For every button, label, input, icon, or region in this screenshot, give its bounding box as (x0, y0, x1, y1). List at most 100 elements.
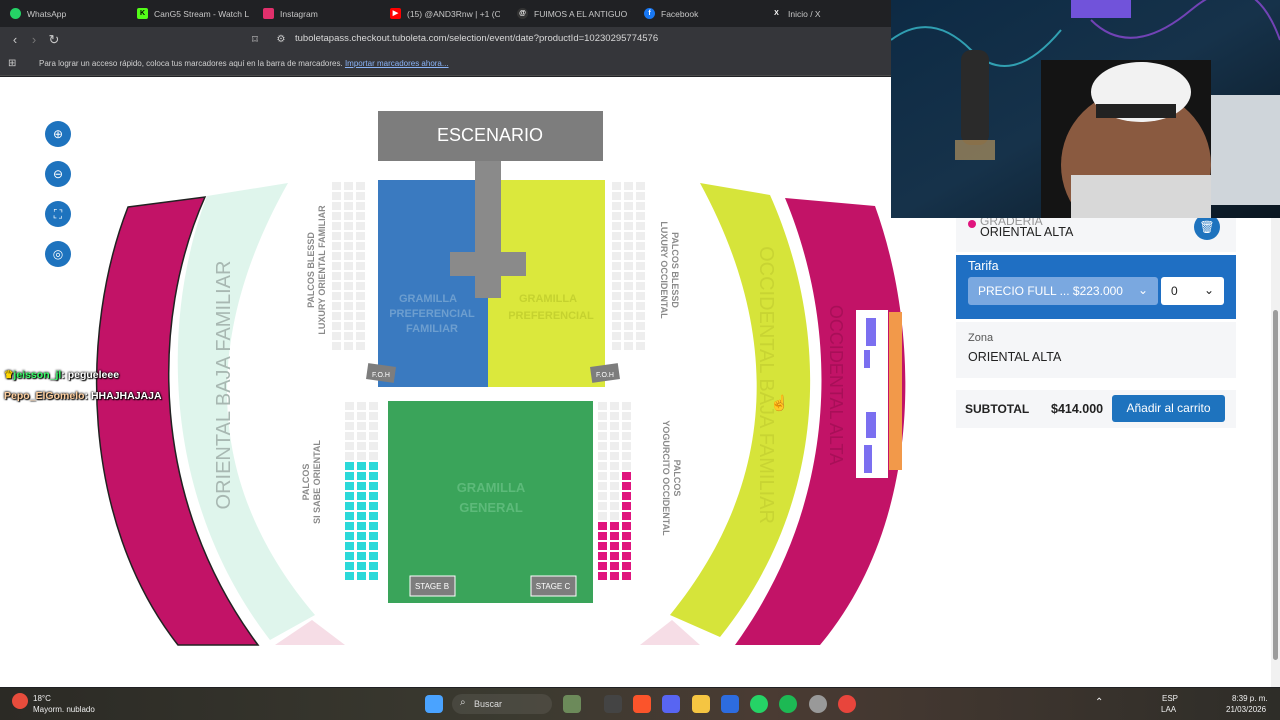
palco-seat[interactable] (357, 512, 366, 520)
palco-seat[interactable] (610, 442, 619, 450)
palco-seat[interactable] (636, 192, 645, 200)
palco-seat[interactable] (345, 402, 354, 410)
palco-seat[interactable] (344, 342, 353, 350)
palco-seat[interactable] (356, 182, 365, 190)
palco-seat[interactable] (332, 252, 341, 260)
chrome-icon[interactable] (838, 695, 856, 713)
spotify-icon[interactable] (779, 695, 797, 713)
palco-seat[interactable] (369, 472, 378, 480)
palco-seat[interactable] (357, 422, 366, 430)
palco-seat[interactable] (598, 432, 607, 440)
palco-seat[interactable] (622, 552, 631, 560)
palco-seat[interactable] (636, 332, 645, 340)
palco-seat[interactable] (369, 572, 378, 580)
palco-seat[interactable] (345, 562, 354, 570)
palco-seat[interactable] (332, 202, 341, 210)
palco-seat[interactable] (369, 422, 378, 430)
palco-seat[interactable] (356, 302, 365, 310)
palco-seat[interactable] (332, 212, 341, 220)
palco-seat[interactable] (622, 462, 631, 470)
section-gramilla-preferencial-familiar[interactable] (378, 180, 488, 387)
palco-seat[interactable] (598, 542, 607, 550)
palco-seat[interactable] (622, 402, 631, 410)
palco-seat[interactable] (344, 322, 353, 330)
palco-seat[interactable] (636, 252, 645, 260)
palco-seat[interactable] (610, 542, 619, 550)
palco-seat[interactable] (357, 572, 366, 580)
selected-block-orange[interactable] (889, 312, 902, 470)
palco-seat[interactable] (624, 182, 633, 190)
locate-button[interactable]: ◎ (45, 241, 71, 267)
palco-seat[interactable] (344, 212, 353, 220)
palco-seat[interactable] (622, 512, 631, 520)
palco-seat[interactable] (612, 272, 621, 280)
palco-seat[interactable] (357, 402, 366, 410)
palco-seat[interactable] (356, 312, 365, 320)
palco-seat[interactable] (636, 222, 645, 230)
tab-x[interactable]: X Inicio / X (771, 0, 881, 27)
palco-seat[interactable] (610, 572, 619, 580)
palco-seat[interactable] (357, 522, 366, 530)
app-icon[interactable] (809, 695, 827, 713)
palco-seat[interactable] (636, 232, 645, 240)
palco-seat[interactable] (624, 262, 633, 270)
palco-seat[interactable] (598, 502, 607, 510)
site-info-icon[interactable]: ⚙ (272, 31, 290, 49)
palco-seat[interactable] (610, 512, 619, 520)
zoom-out-button[interactable]: ⊖ (45, 161, 71, 187)
fullscreen-button[interactable]: ⛶ (45, 201, 71, 227)
palco-seat[interactable] (345, 412, 354, 420)
palco-seat[interactable] (622, 492, 631, 500)
taskbar-search[interactable]: ⌕ Buscar (452, 694, 552, 714)
palco-seat[interactable] (610, 422, 619, 430)
palco-seat[interactable] (636, 342, 645, 350)
palco-seat[interactable] (610, 472, 619, 480)
palco-seat[interactable] (332, 342, 341, 350)
palco-seat[interactable] (345, 422, 354, 430)
palco-seat[interactable] (357, 562, 366, 570)
palco-seat[interactable] (332, 312, 341, 320)
palco-seat[interactable] (622, 532, 631, 540)
palco-seat[interactable] (369, 532, 378, 540)
palco-seat[interactable] (598, 522, 607, 530)
palco-seat[interactable] (636, 322, 645, 330)
brave-icon[interactable] (633, 695, 651, 713)
palco-seat[interactable] (622, 432, 631, 440)
palco-seat[interactable] (612, 202, 621, 210)
palco-seat[interactable] (344, 332, 353, 340)
palco-seat[interactable] (369, 402, 378, 410)
palco-seat[interactable] (624, 272, 633, 280)
palco-seat[interactable] (624, 332, 633, 340)
palco-seat[interactable] (622, 412, 631, 420)
palco-seat[interactable] (369, 542, 378, 550)
palco-seat[interactable] (369, 412, 378, 420)
widget-icon[interactable] (563, 695, 581, 713)
palco-seat[interactable] (636, 182, 645, 190)
reload-icon[interactable]: ↻ (45, 31, 63, 49)
palco-seat[interactable] (332, 232, 341, 240)
palco-seat[interactable] (357, 482, 366, 490)
palco-seat[interactable] (369, 452, 378, 460)
scrollbar-thumb[interactable] (1273, 310, 1278, 660)
palco-seat[interactable] (344, 292, 353, 300)
palco-seat[interactable] (622, 522, 631, 530)
palco-seat[interactable] (612, 282, 621, 290)
palco-seat[interactable] (624, 202, 633, 210)
palco-seat[interactable] (332, 272, 341, 280)
palco-seat[interactable] (598, 402, 607, 410)
palco-seat[interactable] (598, 412, 607, 420)
palco-seat[interactable] (598, 572, 607, 580)
url-text[interactable]: tuboletapass.checkout.tuboleta.com/selec… (295, 33, 658, 44)
palco-seat[interactable] (612, 232, 621, 240)
palco-seat[interactable] (357, 452, 366, 460)
palco-seat[interactable] (598, 442, 607, 450)
palco-seat[interactable] (332, 222, 341, 230)
palco-seat[interactable] (345, 432, 354, 440)
palco-seat[interactable] (356, 232, 365, 240)
palco-seat[interactable] (345, 572, 354, 580)
palco-seat[interactable] (332, 332, 341, 340)
palco-seat[interactable] (369, 522, 378, 530)
bookmark-icon[interactable]: ⌑ (246, 31, 264, 49)
palco-seat[interactable] (357, 442, 366, 450)
palco-seat[interactable] (598, 472, 607, 480)
